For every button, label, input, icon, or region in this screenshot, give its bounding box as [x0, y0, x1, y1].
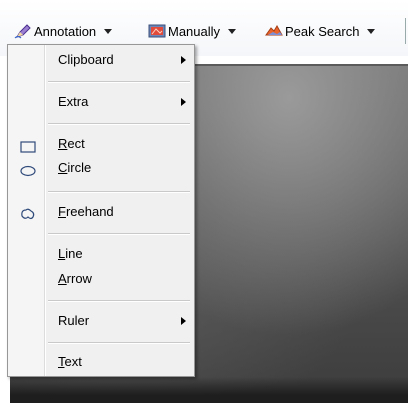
annotation-dropdown[interactable]: Annotation [14, 22, 113, 40]
chevron-down-icon [367, 28, 376, 34]
chevron-down-icon [228, 28, 237, 34]
ellipse-icon [20, 162, 36, 184]
menu-item-line[interactable]: Line [8, 243, 194, 265]
peak-search-dropdown[interactable]: Peak Search [265, 22, 376, 40]
chevron-down-icon [104, 28, 113, 34]
menu-item-label: Text [58, 354, 82, 369]
menu-item-label: Line [58, 246, 83, 261]
manually-dropdown[interactable]: Manually [148, 22, 237, 40]
annotation-label: Annotation [34, 23, 97, 39]
annotation-menu: Clipboard Extra Rect Circle Freehand Lin… [7, 44, 195, 377]
menu-separator [48, 342, 190, 344]
menu-item-arrow[interactable]: Arrow [8, 268, 194, 290]
menu-item-freehand[interactable]: Freehand [8, 201, 194, 223]
annotation-pen-icon [14, 23, 32, 39]
menu-item-label: Extra [58, 94, 89, 109]
freehand-icon [20, 206, 36, 228]
peak-search-icon [265, 23, 283, 39]
menu-item-label: Clipboard [58, 52, 114, 67]
menu-item-rect[interactable]: Rect [8, 133, 194, 155]
peak-search-label: Peak Search [285, 23, 360, 39]
menu-separator [48, 81, 190, 83]
menu-separator [48, 191, 190, 193]
menu-separator [48, 300, 190, 302]
menu-item-ruler[interactable]: Ruler [8, 310, 194, 332]
menu-item-circle[interactable]: Circle [8, 157, 194, 179]
menu-item-label: Ruler [58, 313, 90, 328]
submenu-arrow-icon [181, 317, 186, 325]
manually-label: Manually [168, 23, 221, 39]
menu-separator [48, 233, 190, 235]
image-dark-foreground [10, 377, 408, 403]
menu-item-label: Arrow [58, 271, 92, 286]
menu-item-label: Freehand [58, 204, 114, 219]
menu-item-label: Rect [58, 136, 85, 151]
menu-separator [48, 123, 190, 125]
menu-item-text[interactable]: Text [8, 351, 194, 373]
toolbar-separator [405, 18, 406, 44]
menu-item-extra[interactable]: Extra [8, 91, 194, 113]
submenu-arrow-icon [181, 98, 186, 106]
manual-image-icon [148, 23, 166, 39]
menu-item-label: Circle [58, 160, 92, 175]
menu-item-clipboard[interactable]: Clipboard [8, 49, 194, 71]
submenu-arrow-icon [181, 56, 186, 64]
